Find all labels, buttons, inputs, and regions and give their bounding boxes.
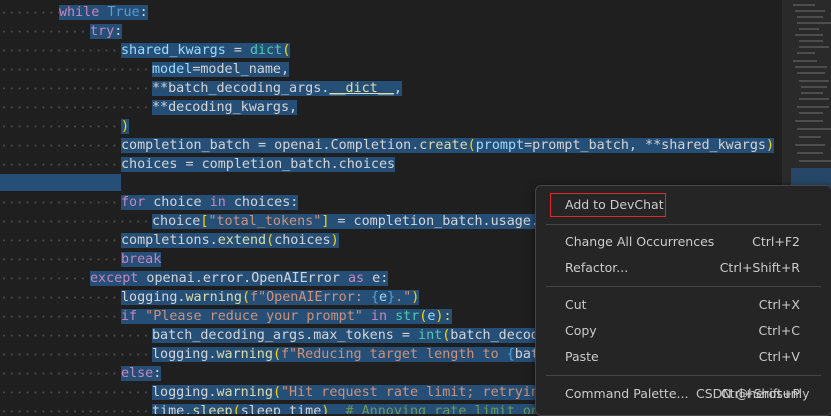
code-line: if "Please reduce your prompt" in str(e)… bbox=[0, 307, 452, 326]
context-menu: Add to DevChat Change All Occurrences Ct… bbox=[535, 185, 831, 416]
menu-item-shortcut: Ctrl+X bbox=[758, 297, 800, 312]
menu-item-shortcut: Ctrl+Shift+R bbox=[719, 260, 800, 275]
code-line: else: bbox=[0, 364, 162, 383]
code-line: choices = completion_batch.choices bbox=[0, 155, 396, 174]
menu-item-label: Cut bbox=[565, 297, 587, 312]
code-line: ) bbox=[0, 117, 130, 136]
menu-item-cut[interactable]: Cut Ctrl+X bbox=[536, 293, 831, 317]
menu-item-label: Change All Occurrences bbox=[565, 234, 715, 249]
menu-item-refactor[interactable]: Refactor... Ctrl+Shift+R bbox=[536, 256, 831, 280]
code-line: while True: bbox=[0, 3, 148, 22]
menu-item-add-to-devchat[interactable]: Add to DevChat bbox=[536, 193, 831, 217]
code-line: batch_decoding_args.max_tokens = int(bat… bbox=[0, 326, 556, 345]
code-line bbox=[0, 174, 121, 193]
menu-item-label: Paste bbox=[565, 349, 599, 364]
code-line: completions.extend(choices) bbox=[0, 231, 339, 250]
menu-item-shortcut: Ctrl+C bbox=[758, 323, 800, 338]
menu-item-change-all-occurrences[interactable]: Change All Occurrences Ctrl+F2 bbox=[536, 230, 831, 254]
code-line: choice["total_tokens"] = completion_batc… bbox=[0, 212, 556, 231]
code-line: model=model_name, bbox=[0, 60, 290, 79]
menu-item-copy[interactable]: Copy Ctrl+C bbox=[536, 319, 831, 343]
code-line: shared_kwargs = dict( bbox=[0, 41, 291, 60]
code-line: try: bbox=[0, 22, 123, 41]
menu-item-label: Command Palette... bbox=[565, 386, 689, 401]
code-line: logging.warning(f"Reducing target length… bbox=[0, 345, 556, 364]
code-line: logging.warning(f"OpenAIError: {e}.") bbox=[0, 288, 420, 307]
menu-separator bbox=[546, 286, 821, 287]
code-line: for choice in choices: bbox=[0, 193, 299, 212]
menu-item-shortcut: Ctrl+V bbox=[758, 349, 800, 364]
code-line: **batch_decoding_args.__dict__, bbox=[0, 79, 402, 98]
menu-item-shortcut: Ctrl+F2 bbox=[752, 234, 800, 249]
code-line: except openai.error.OpenAIError as e: bbox=[0, 269, 389, 288]
menu-item-label: Add to DevChat bbox=[565, 197, 664, 212]
menu-separator bbox=[546, 375, 821, 376]
menu-separator bbox=[546, 224, 821, 225]
code-line: break bbox=[0, 250, 162, 269]
code-line: completion_batch = openai.Completion.cre… bbox=[0, 136, 775, 155]
code-line: time.sleep(sleep_time) # Annoying rate l… bbox=[0, 402, 620, 414]
menu-item-label: Copy bbox=[565, 323, 597, 338]
menu-item-label: Refactor... bbox=[565, 260, 629, 275]
keyword-while: while bbox=[59, 5, 100, 20]
code-line: logging.warning("Hit request rate limit;… bbox=[0, 383, 556, 402]
watermark: CSDN @herosunly bbox=[696, 386, 810, 401]
code-line: **decoding_kwargs, bbox=[0, 98, 298, 117]
menu-item-paste[interactable]: Paste Ctrl+V bbox=[536, 345, 831, 369]
